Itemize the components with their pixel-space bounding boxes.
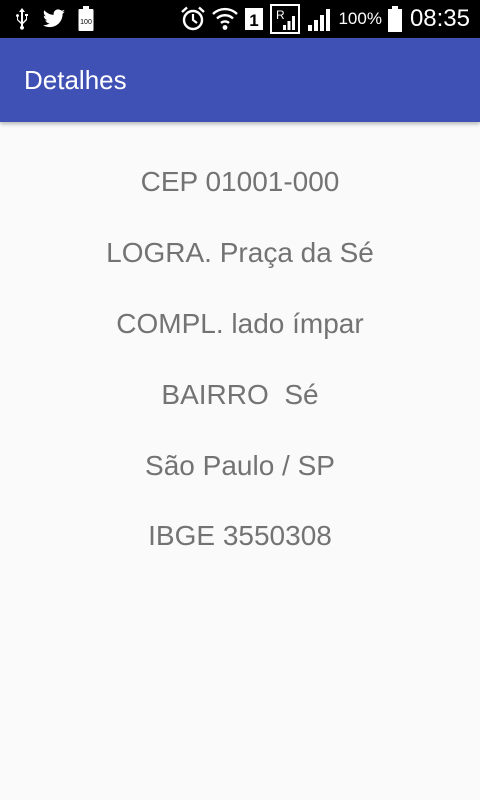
cidade-uf-text: São Paulo / SP (145, 450, 335, 481)
status-bar: 100 1 R 100% 08:35 (0, 0, 480, 38)
complemento-text: COMPL. lado ímpar (116, 308, 364, 339)
status-time: 08:35 (409, 5, 470, 32)
usb-icon (14, 7, 30, 31)
ibge-text: IBGE 3550308 (148, 520, 332, 551)
wifi-icon (212, 6, 239, 32)
app-toolbar: Detalhes (0, 38, 480, 122)
status-bar-system: 1 R 100% 08:35 (180, 0, 470, 38)
svg-text:R: R (276, 8, 285, 22)
alarm-icon (180, 6, 206, 32)
status-bar-notifications: 100 (14, 0, 94, 38)
twitter-icon (42, 9, 66, 29)
signal-icon (306, 6, 332, 32)
battery-icon (387, 6, 402, 32)
battery-notification-label: 100 (80, 19, 92, 26)
sim-label: 1 (250, 11, 259, 30)
battery-full-notification-icon: 100 (78, 6, 94, 32)
page-title: Detalhes (24, 65, 127, 95)
logradouro-text: LOGRA. Praça da Sé (106, 237, 374, 268)
battery-percent: 100% (338, 9, 382, 28)
bairro-text: BAIRRO Sé (161, 379, 319, 410)
cep-text: CEP 01001-000 (140, 166, 340, 197)
sim-1-icon: 1 (244, 6, 264, 32)
signal-roaming-icon: R (270, 4, 301, 34)
